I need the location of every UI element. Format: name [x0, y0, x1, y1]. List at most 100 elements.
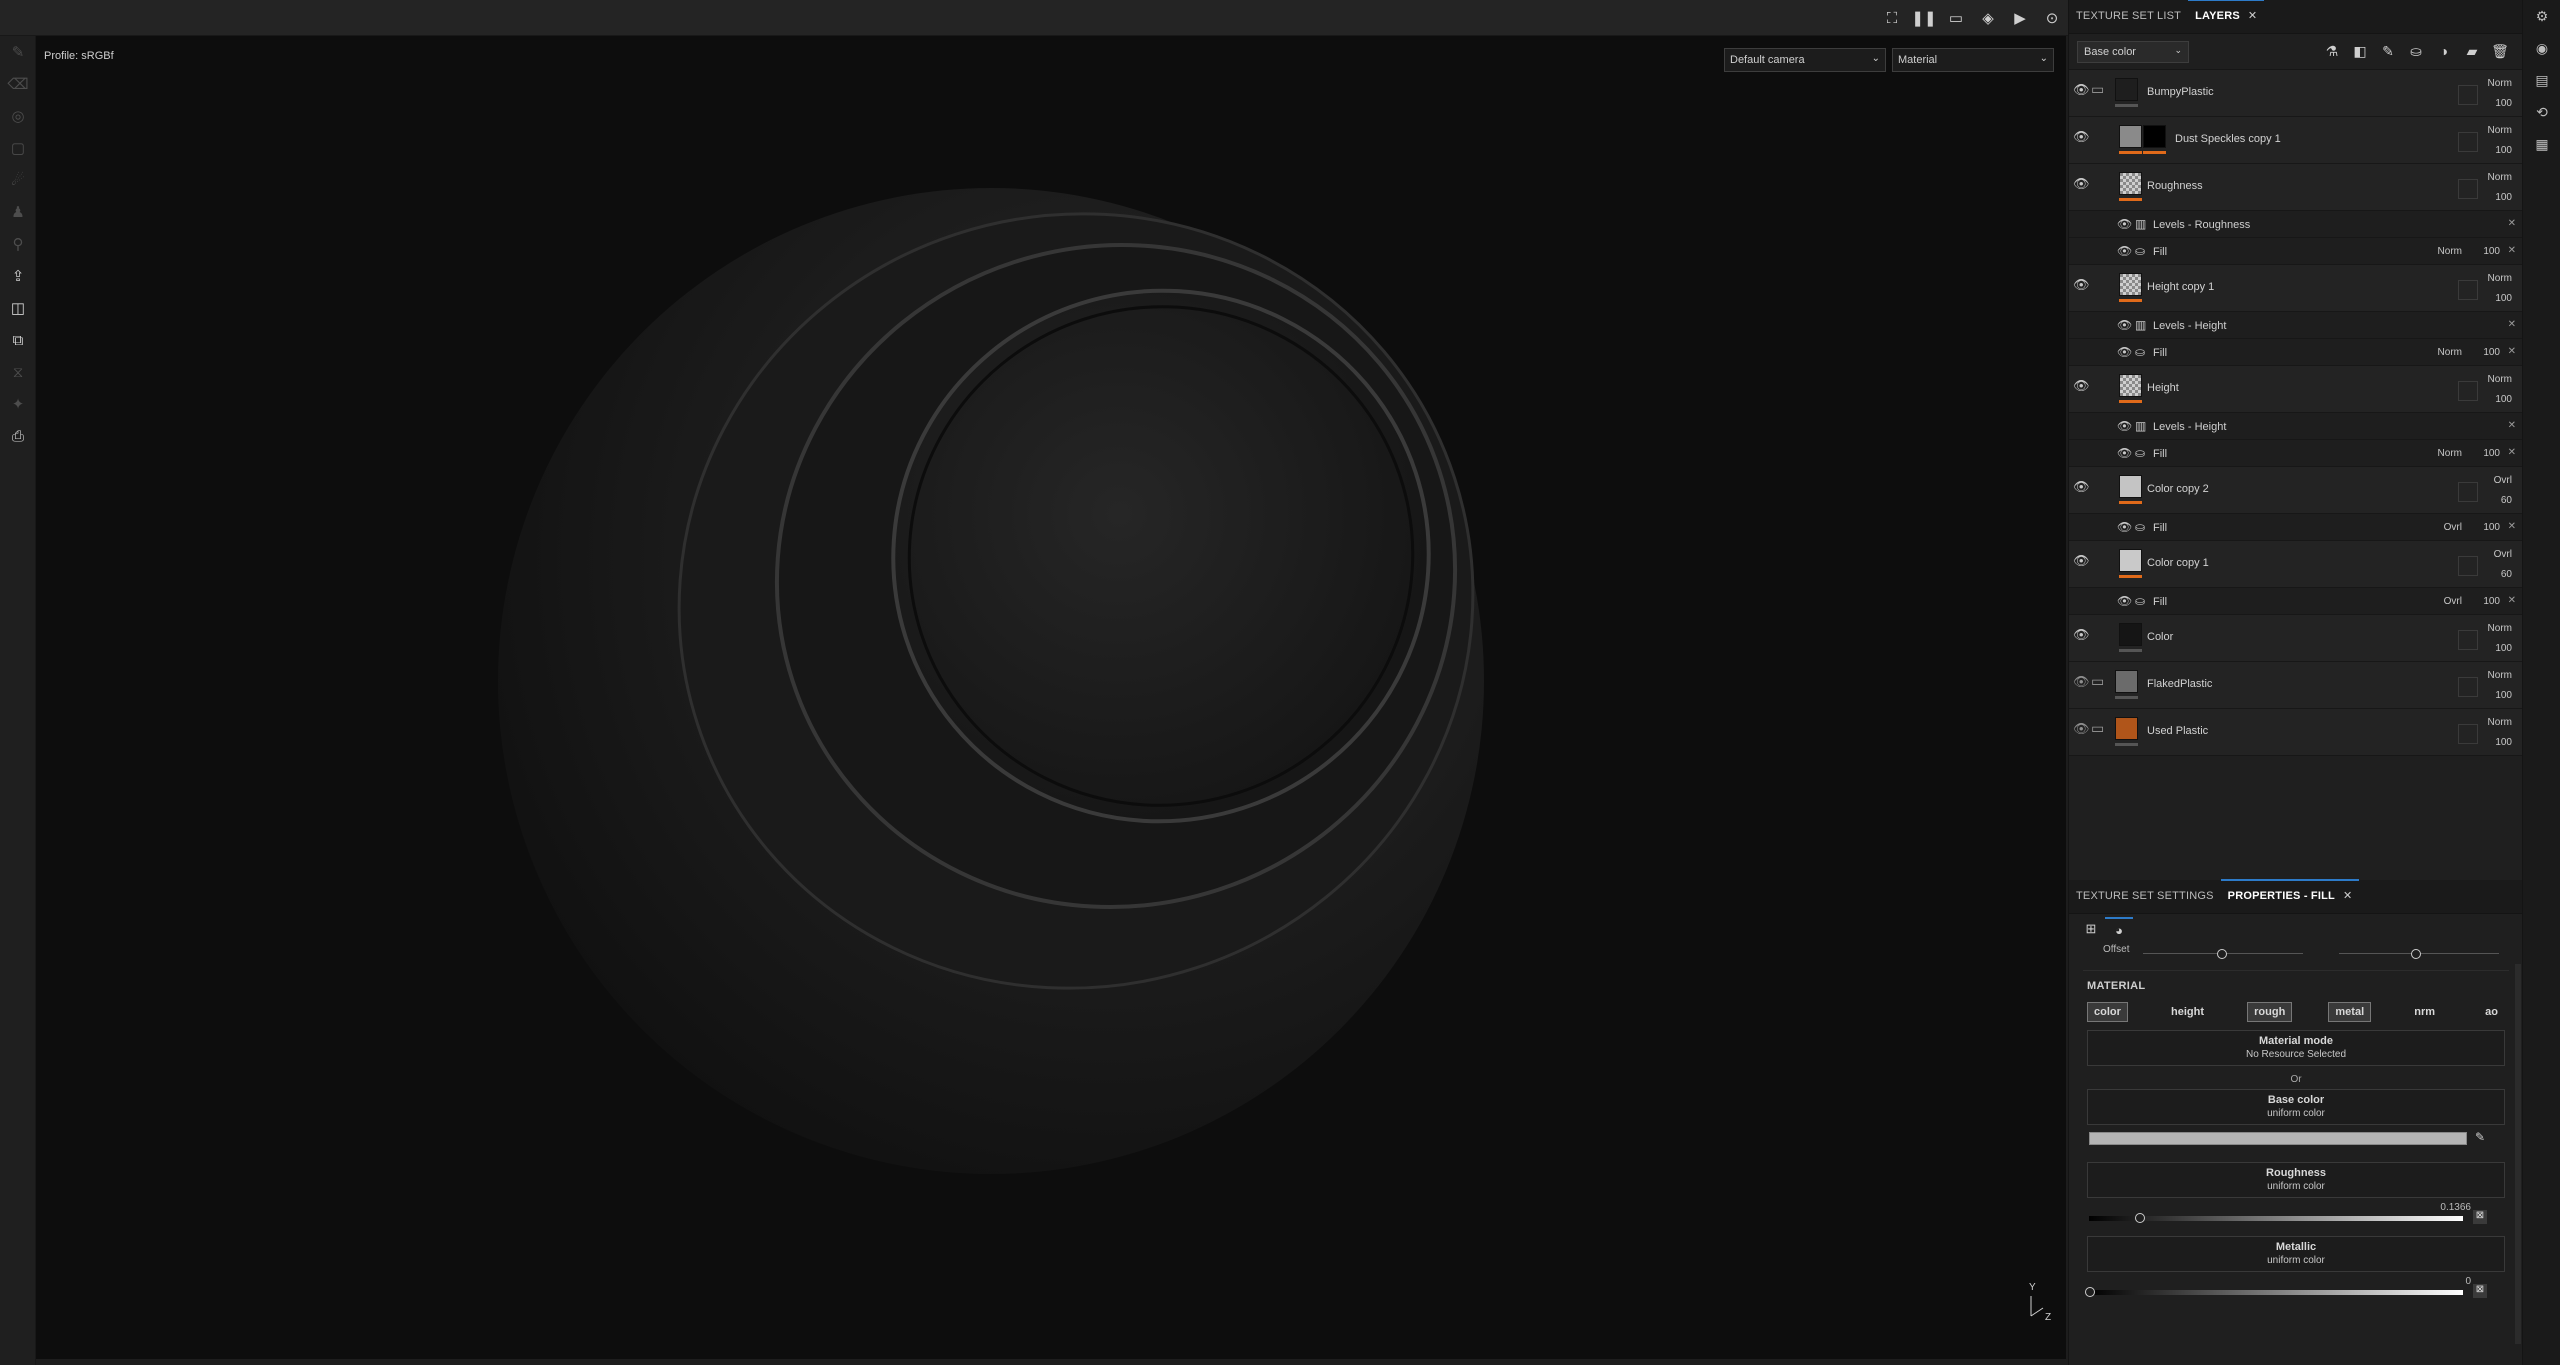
- eye-closed-icon[interactable]: 👁: [2073, 674, 2090, 690]
- layer-mask-slot[interactable]: [2458, 482, 2478, 502]
- opacity-value[interactable]: 100: [2495, 192, 2512, 203]
- tab-layers[interactable]: LAYERS ✕: [2188, 0, 2265, 33]
- close-icon[interactable]: ✕: [2248, 10, 2257, 22]
- opacity-value[interactable]: 100: [2495, 145, 2512, 156]
- opacity-value[interactable]: 60: [2501, 569, 2512, 580]
- add-smart-material-icon[interactable]: ◑: [2430, 43, 2458, 60]
- hide-ui-icon[interactable]: ⛶: [1876, 0, 1908, 36]
- close-icon[interactable]: ✕: [2343, 890, 2352, 902]
- eye-icon[interactable]: 👁: [2073, 553, 2090, 569]
- fill-properties-icon[interactable]: ⊞: [2077, 917, 2105, 941]
- effect-row[interactable]: 👁 ▥ Levels - Height ✕: [2069, 312, 2522, 339]
- blend-mode[interactable]: Norm: [2438, 347, 2462, 358]
- channel-ao-toggle[interactable]: ao: [2478, 1002, 2505, 1022]
- metallic-value[interactable]: 0: [2465, 1276, 2471, 1287]
- base-color-slot[interactable]: Base color uniform color: [2087, 1089, 2505, 1125]
- eye-icon[interactable]: 👁: [2117, 345, 2132, 359]
- blend-mode[interactable]: Ovrl: [2494, 549, 2512, 560]
- layer-row[interactable]: 👁 Roughness Norm 100: [2069, 164, 2522, 211]
- add-mask-icon[interactable]: ◧: [2346, 43, 2374, 60]
- eyedropper-icon[interactable]: ✎: [2475, 1130, 2485, 1144]
- close-icon[interactable]: ✕: [2508, 595, 2516, 606]
- properties-scrollbar[interactable]: [2515, 964, 2521, 1344]
- opacity-value[interactable]: 100: [2495, 643, 2512, 654]
- close-icon[interactable]: ✕: [2508, 521, 2516, 532]
- layer-mask-slot[interactable]: [2458, 677, 2478, 697]
- offset-u-handle[interactable]: [2217, 949, 2227, 959]
- layer-mask-slot[interactable]: [2458, 132, 2478, 152]
- opacity-value[interactable]: 100: [2495, 293, 2512, 304]
- 3d-viewport[interactable]: Profile: sRGBf Default camera ⌄ Material…: [36, 36, 2066, 1359]
- blend-mode[interactable]: Norm: [2488, 374, 2512, 385]
- eye-icon[interactable]: 👁: [2073, 277, 2090, 293]
- blend-mode[interactable]: Norm: [2438, 448, 2462, 459]
- layer-row[interactable]: 👁 Dust Speckles copy 1 Norm 100: [2069, 117, 2522, 164]
- projection-icon[interactable]: ◎: [0, 100, 36, 132]
- roughness-slider-handle[interactable]: [2135, 1213, 2145, 1223]
- tab-properties-fill[interactable]: PROPERTIES - FILL ✕: [2220, 879, 2360, 913]
- material-properties-icon[interactable]: ◕: [2105, 917, 2133, 941]
- effect-row[interactable]: 👁 ⛀ Fill Norm 100 ✕: [2069, 339, 2522, 366]
- eye-icon[interactable]: 👁: [2117, 520, 2132, 534]
- effect-row[interactable]: 👁 ▥ Levels - Roughness ✕: [2069, 211, 2522, 238]
- eye-icon[interactable]: 👁: [2117, 594, 2132, 608]
- tab-texture-set-list[interactable]: TEXTURE SET LIST: [2069, 0, 2188, 33]
- effect-row[interactable]: 👁 ▥ Levels - Height ✕: [2069, 413, 2522, 440]
- blend-mode[interactable]: Norm: [2488, 172, 2512, 183]
- close-icon[interactable]: ✕: [2508, 346, 2516, 357]
- opacity-value[interactable]: 100: [2483, 596, 2500, 607]
- close-icon[interactable]: ✕: [2508, 319, 2516, 330]
- settings-icon[interactable]: ⚙: [2523, 0, 2560, 32]
- eye-icon[interactable]: 👁: [2117, 446, 2132, 460]
- eye-icon[interactable]: 👁: [2117, 244, 2132, 258]
- texture-slot-icon[interactable]: ⊠: [2473, 1210, 2487, 1224]
- blend-mode[interactable]: Ovrl: [2494, 475, 2512, 486]
- channel-dropdown[interactable]: Base color ⌄: [2077, 40, 2189, 63]
- channel-metal-toggle[interactable]: metal: [2328, 1002, 2372, 1022]
- bake-icon[interactable]: ⇪: [0, 260, 36, 292]
- layer-mask-slot[interactable]: [2458, 724, 2478, 744]
- effect-row[interactable]: 👁 ⛀ Fill Norm 100 ✕: [2069, 440, 2522, 467]
- blend-mode[interactable]: Norm: [2488, 78, 2512, 89]
- roughness-slider-track[interactable]: [2089, 1216, 2463, 1221]
- effect-row[interactable]: 👁 ⛀ Fill Ovrl 100 ✕: [2069, 514, 2522, 541]
- color-picker-icon[interactable]: ⚲: [0, 228, 36, 260]
- metallic-slot[interactable]: Metallic uniform color: [2087, 1236, 2505, 1272]
- paint-brush-icon[interactable]: ✎: [0, 36, 36, 68]
- blend-mode[interactable]: Ovrl: [2444, 522, 2462, 533]
- eye-icon[interactable]: 👁: [2117, 419, 2132, 433]
- close-icon[interactable]: ✕: [2508, 447, 2516, 458]
- opacity-value[interactable]: 100: [2495, 98, 2512, 109]
- material-picker-icon[interactable]: ⧉: [0, 324, 36, 356]
- layer-row[interactable]: 👁 ▭ BumpyPlastic Norm 100: [2069, 70, 2522, 117]
- base-color-swatch[interactable]: [2089, 1132, 2467, 1145]
- opacity-value[interactable]: 100: [2495, 394, 2512, 405]
- delete-icon[interactable]: 🗑: [2486, 43, 2514, 60]
- opacity-value[interactable]: 100: [2483, 522, 2500, 533]
- roughness-slot[interactable]: Roughness uniform color: [2087, 1162, 2505, 1198]
- layer-row[interactable]: 👁 Color copy 1 Ovrl 60: [2069, 541, 2522, 588]
- channel-color-toggle[interactable]: color: [2087, 1002, 2128, 1022]
- channel-height-toggle[interactable]: height: [2164, 1002, 2211, 1022]
- layer-mask-slot[interactable]: [2458, 630, 2478, 650]
- opacity-value[interactable]: 100: [2483, 246, 2500, 257]
- texture-slot-icon[interactable]: ⊠: [2473, 1284, 2487, 1298]
- blend-mode[interactable]: Ovrl: [2444, 596, 2462, 607]
- display-settings-icon[interactable]: ◉: [2523, 32, 2560, 64]
- eye-icon[interactable]: 👁: [2073, 176, 2090, 192]
- close-icon[interactable]: ✕: [2508, 245, 2516, 256]
- eye-icon[interactable]: 👁: [2073, 627, 2090, 643]
- layer-mask-slot[interactable]: [2458, 556, 2478, 576]
- layer-mask-slot[interactable]: [2458, 85, 2478, 105]
- camera-icon[interactable]: ▶: [2004, 0, 2036, 36]
- clone-icon[interactable]: ♟: [0, 196, 36, 228]
- channel-nrm-toggle[interactable]: nrm: [2407, 1002, 2442, 1022]
- close-icon[interactable]: ✕: [2508, 218, 2516, 229]
- geometry-fill-icon[interactable]: ▢: [0, 132, 36, 164]
- blend-mode[interactable]: Norm: [2488, 717, 2512, 728]
- 2d-view-icon[interactable]: ▭: [1940, 0, 1972, 36]
- blend-mode[interactable]: Norm: [2488, 670, 2512, 681]
- blend-mode[interactable]: Norm: [2488, 273, 2512, 284]
- eye-icon[interactable]: 👁: [2117, 318, 2132, 332]
- smudge-icon[interactable]: ☄: [0, 164, 36, 196]
